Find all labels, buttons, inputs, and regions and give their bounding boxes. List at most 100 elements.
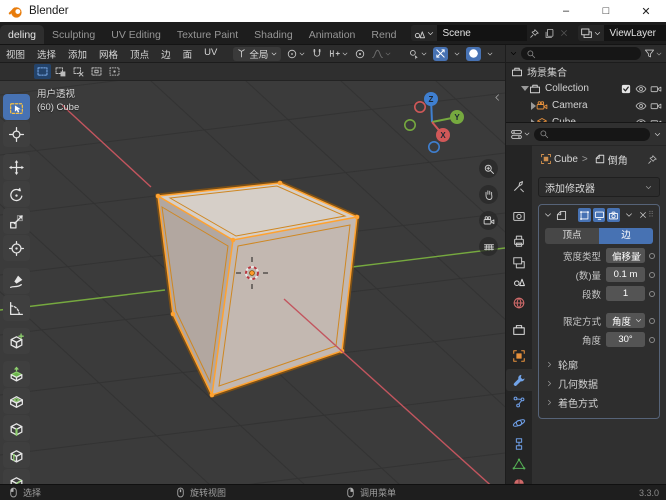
- menu-边[interactable]: 边: [155, 47, 177, 61]
- chevron-down-icon[interactable]: [523, 130, 531, 138]
- ortho-toggle-button[interactable]: [479, 237, 498, 256]
- overlays-dropdown[interactable]: [408, 48, 428, 60]
- gizmos-toggle[interactable]: [433, 46, 449, 61]
- sidebar-toggle-arrow[interactable]: [493, 89, 502, 107]
- properties-tab-constraints[interactable]: [506, 433, 532, 455]
- select-mode-invert[interactable]: [88, 64, 105, 79]
- modifier-realtime-toggle[interactable]: [592, 208, 606, 222]
- menu-UV[interactable]: UV: [198, 47, 223, 61]
- falloff-dropdown[interactable]: [371, 47, 392, 60]
- modifier-render-toggle[interactable]: [607, 208, 621, 222]
- number-段数[interactable]: 1: [606, 286, 645, 301]
- chevron-down-icon[interactable]: [543, 210, 553, 220]
- outliner-row-Camera[interactable]: Camera: [506, 97, 666, 114]
- section-几何数据[interactable]: 几何数据: [539, 374, 659, 393]
- menu-网格[interactable]: 网格: [93, 47, 124, 61]
- animate-decorator[interactable]: [649, 290, 655, 297]
- menu-选择[interactable]: 选择: [31, 47, 62, 61]
- move-view-button[interactable]: [479, 185, 498, 204]
- breadcrumb-modifier[interactable]: 倒角: [608, 152, 628, 167]
- tool-annotate[interactable]: [3, 268, 30, 294]
- cube-mesh[interactable]: [155, 180, 360, 399]
- zoom-view-button[interactable]: [479, 159, 498, 178]
- select-mode-set[interactable]: [34, 64, 51, 79]
- tool-select-box[interactable]: [3, 94, 30, 120]
- workspace-tab-rend[interactable]: Rend: [363, 25, 404, 44]
- tool-knife[interactable]: [3, 469, 30, 485]
- proportional-editing-toggle[interactable]: [354, 48, 366, 60]
- viewport-canvas[interactable]: 用户透视 (60) Cube Z Y X: [0, 81, 505, 485]
- menu-添加[interactable]: 添加: [62, 47, 93, 61]
- add-modifier-button[interactable]: 添加修改器: [538, 177, 660, 197]
- snap-toggle[interactable]: [311, 48, 323, 60]
- tool-bevel[interactable]: [3, 415, 30, 441]
- properties-tab-scene[interactable]: [506, 270, 532, 292]
- outliner-row-Collection[interactable]: Collection: [506, 80, 666, 97]
- properties-tab-tool[interactable]: [506, 175, 532, 197]
- chevron-down-icon[interactable]: [624, 210, 634, 220]
- pivot-dropdown[interactable]: [286, 48, 306, 60]
- chevron-down-icon[interactable]: [653, 130, 662, 139]
- tool-inset-faces[interactable]: [3, 388, 30, 414]
- shading-dropdown[interactable]: [466, 46, 482, 61]
- tool-cursor[interactable]: [3, 121, 30, 147]
- select-mode-subtract[interactable]: [70, 64, 87, 79]
- properties-tab-output[interactable]: [506, 230, 532, 252]
- gizmo-x-neg-axis[interactable]: [414, 101, 426, 113]
- menu-面[interactable]: 面: [177, 47, 199, 61]
- tool-measure[interactable]: [3, 295, 30, 321]
- snap-target-dropdown[interactable]: [328, 47, 349, 60]
- scene-pin-button[interactable]: [527, 25, 542, 41]
- section-轮廓[interactable]: 轮廓: [539, 355, 659, 374]
- camera-view-button[interactable]: [479, 211, 498, 230]
- drag-handle-icon[interactable]: ⠿: [648, 211, 655, 219]
- section-着色方式[interactable]: 着色方式: [539, 393, 659, 412]
- scene-type-button[interactable]: [410, 25, 437, 41]
- animate-decorator[interactable]: [649, 252, 655, 259]
- tool-extrude-region[interactable]: [3, 361, 30, 387]
- shading-chevron[interactable]: [486, 50, 494, 58]
- tool-loop-cut[interactable]: [3, 442, 30, 468]
- chevron-down-icon[interactable]: [509, 49, 518, 58]
- tool-transform[interactable]: [3, 235, 30, 261]
- workspace-tab-uv-editing[interactable]: UV Editing: [103, 25, 169, 44]
- affect-tab-边[interactable]: 边: [599, 228, 653, 244]
- pin-icon[interactable]: [647, 154, 658, 165]
- select-mode-extend[interactable]: [52, 64, 69, 79]
- workspace-tab-deling[interactable]: deling: [0, 25, 45, 44]
- tool-add-cube[interactable]: [3, 328, 30, 354]
- affect-tab-顶点[interactable]: 顶点: [545, 228, 599, 244]
- menu-顶点[interactable]: 顶点: [124, 47, 155, 61]
- tool-move[interactable]: [3, 154, 30, 180]
- dropdown-宽度类型[interactable]: 偏移量: [606, 248, 645, 263]
- properties-tab-collection[interactable]: [506, 319, 532, 341]
- animate-decorator[interactable]: [649, 317, 655, 324]
- outliner-row-场景集合[interactable]: 场景集合: [506, 63, 666, 80]
- workspace-tab-texture-paint[interactable]: Texture Paint: [169, 25, 246, 44]
- animate-decorator[interactable]: [649, 271, 655, 278]
- properties-tab-world[interactable]: [506, 292, 532, 314]
- outliner-item-label[interactable]: Collection: [545, 83, 589, 94]
- filter-funnel-icon[interactable]: [644, 48, 655, 59]
- gizmo-y-neg-axis[interactable]: [404, 118, 416, 131]
- tool-rotate[interactable]: [3, 181, 30, 207]
- number-角度[interactable]: 30°: [606, 332, 645, 347]
- orientation-dropdown[interactable]: 全局: [233, 46, 282, 61]
- properties-search-input[interactable]: [534, 127, 650, 141]
- view-layer-name-field[interactable]: ViewLayer: [603, 25, 666, 41]
- gizmos-chevron[interactable]: [453, 50, 461, 58]
- breadcrumb-object[interactable]: Cube: [554, 154, 578, 165]
- properties-tab-object[interactable]: [506, 345, 532, 367]
- menu-视图[interactable]: 视图: [0, 47, 31, 61]
- workspace-tab-shading[interactable]: Shading: [246, 25, 301, 44]
- scene-unlink-button[interactable]: [557, 25, 572, 41]
- tool-scale[interactable]: [3, 208, 30, 234]
- delete-modifier-x-icon[interactable]: [638, 210, 648, 220]
- outliner-item-label[interactable]: 场景集合: [527, 64, 567, 79]
- properties-tab-particles[interactable]: [506, 391, 532, 413]
- properties-editor-icon[interactable]: [510, 128, 523, 141]
- minimize-button[interactable]: –: [546, 0, 586, 22]
- outliner-search-input[interactable]: [521, 47, 641, 60]
- dropdown-限定方式[interactable]: 角度: [606, 313, 645, 328]
- select-mode-intersect[interactable]: [106, 64, 123, 79]
